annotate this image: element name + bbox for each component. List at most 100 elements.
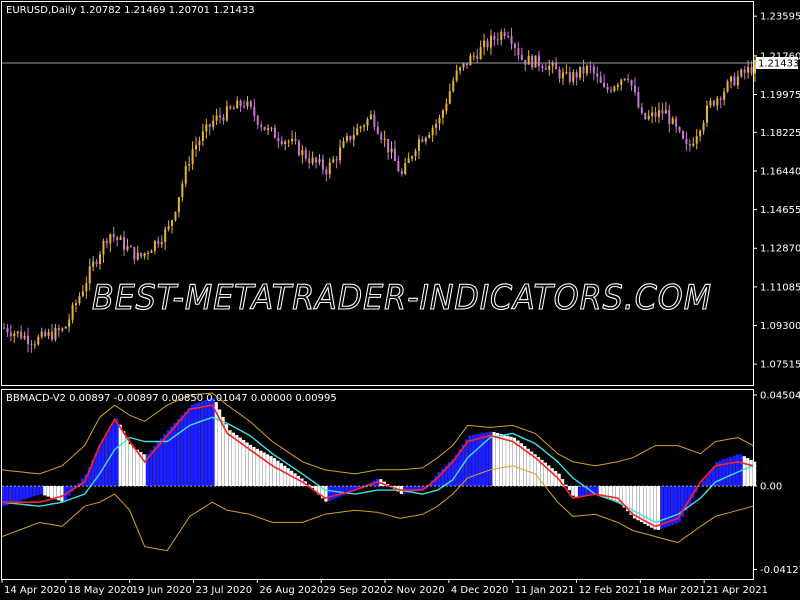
candle-body: [129, 246, 132, 248]
candle-body: [321, 159, 324, 170]
candle-body: [195, 144, 198, 150]
candle-body: [726, 81, 729, 92]
time-tick-label: 11 Jan 2021: [515, 585, 575, 596]
candle-body: [633, 85, 636, 93]
candle-body: [688, 144, 691, 146]
histogram-bar: [266, 454, 270, 487]
candle-body: [548, 65, 551, 70]
time-tick-label: 18 May 2020: [68, 585, 133, 596]
candle-body: [459, 67, 462, 71]
histogram-bar: [15, 486, 19, 502]
candle-body: [740, 69, 743, 77]
candle-body: [534, 55, 537, 68]
histogram-bar: [238, 437, 242, 487]
candle-body: [277, 138, 280, 142]
candle-body: [147, 252, 150, 254]
candle-body: [153, 240, 156, 251]
histogram-bar: [29, 486, 33, 498]
candle-body: [496, 39, 499, 41]
candle-body: [6, 327, 9, 333]
candle-body: [469, 55, 472, 66]
candle-body: [644, 112, 647, 120]
histogram-bar: [32, 486, 37, 497]
candle-body: [373, 114, 376, 127]
candle-body: [112, 234, 115, 237]
histogram-bar: [656, 486, 661, 530]
candle-body: [623, 78, 626, 80]
histogram-bar: [492, 432, 496, 487]
histogram-bar: [502, 434, 506, 487]
candle-body: [13, 333, 16, 337]
histogram-bar: [194, 403, 198, 487]
histogram-bar: [293, 473, 297, 487]
histogram-bar: [159, 438, 163, 487]
histogram-bar: [272, 458, 277, 487]
candle-body: [572, 72, 575, 82]
histogram-bar: [554, 470, 558, 487]
histogram-bar: [471, 434, 476, 487]
candle-body: [705, 105, 708, 123]
time-axis: 14 Apr 2020 18 May 202019 Jun 2020 23 Jul …: [1, 579, 768, 596]
histogram-bar: [173, 422, 177, 487]
candle-body: [260, 124, 263, 127]
candle-body: [661, 110, 664, 114]
histogram-bar: [26, 486, 30, 499]
candle-body: [301, 149, 304, 156]
histogram-bar: [197, 402, 201, 487]
candle-body: [16, 331, 19, 334]
histogram-bar: [8, 486, 13, 505]
candle-body: [414, 150, 417, 157]
candle-body: [513, 44, 516, 49]
histogram-bar: [595, 486, 599, 495]
candle-body: [140, 252, 143, 257]
candle-body: [627, 78, 630, 81]
histogram-bar: [495, 432, 500, 487]
histogram-bar: [190, 404, 194, 487]
candle-body: [596, 73, 599, 77]
histogram-bar: [753, 461, 757, 487]
candle-body: [143, 253, 146, 257]
histogram-bar: [512, 437, 517, 487]
candle-body: [390, 148, 393, 153]
candle-body: [356, 128, 359, 136]
histogram-bar: [60, 486, 64, 502]
price-pane-frame: [1, 1, 754, 386]
candle-body: [212, 120, 215, 127]
histogram-bar: [290, 470, 294, 487]
histogram-bar: [46, 486, 50, 497]
candle-body: [531, 55, 534, 68]
candle-body: [483, 40, 486, 48]
time-tick-label: 4 Dec 2020: [451, 585, 509, 596]
candle-body: [20, 331, 23, 339]
histogram-bar: [12, 486, 16, 503]
candle-body: [359, 126, 362, 129]
candle-body: [544, 68, 547, 70]
candle-body: [345, 135, 348, 142]
histogram-bar: [39, 486, 43, 495]
candle-body: [164, 229, 167, 243]
candle-body: [273, 127, 276, 139]
candle-body: [3, 327, 5, 329]
candle-body: [219, 115, 222, 118]
candle-body: [95, 261, 98, 264]
candle-body: [664, 110, 667, 114]
candle-body: [448, 90, 451, 104]
histogram-bar: [207, 398, 211, 487]
histogram-bar: [571, 486, 575, 496]
candle-body: [479, 47, 482, 60]
price-tick-label: 1.19975: [760, 90, 800, 101]
candle-body: [116, 236, 119, 240]
candle-body: [123, 237, 126, 250]
candle-body: [270, 127, 273, 129]
candle-body: [712, 100, 715, 106]
candle-body: [575, 72, 578, 78]
candle-body: [328, 162, 331, 175]
candle-body: [723, 91, 726, 100]
candle-body: [507, 36, 510, 38]
candle-body: [709, 100, 712, 106]
histogram-bar: [746, 458, 750, 487]
time-tick-label: 29 Sep 2020: [323, 585, 386, 596]
indicator-tick-label: 0.04504: [760, 390, 800, 401]
candle-body: [616, 84, 619, 87]
time-tick-label: 23 Jul 2020: [196, 585, 253, 596]
